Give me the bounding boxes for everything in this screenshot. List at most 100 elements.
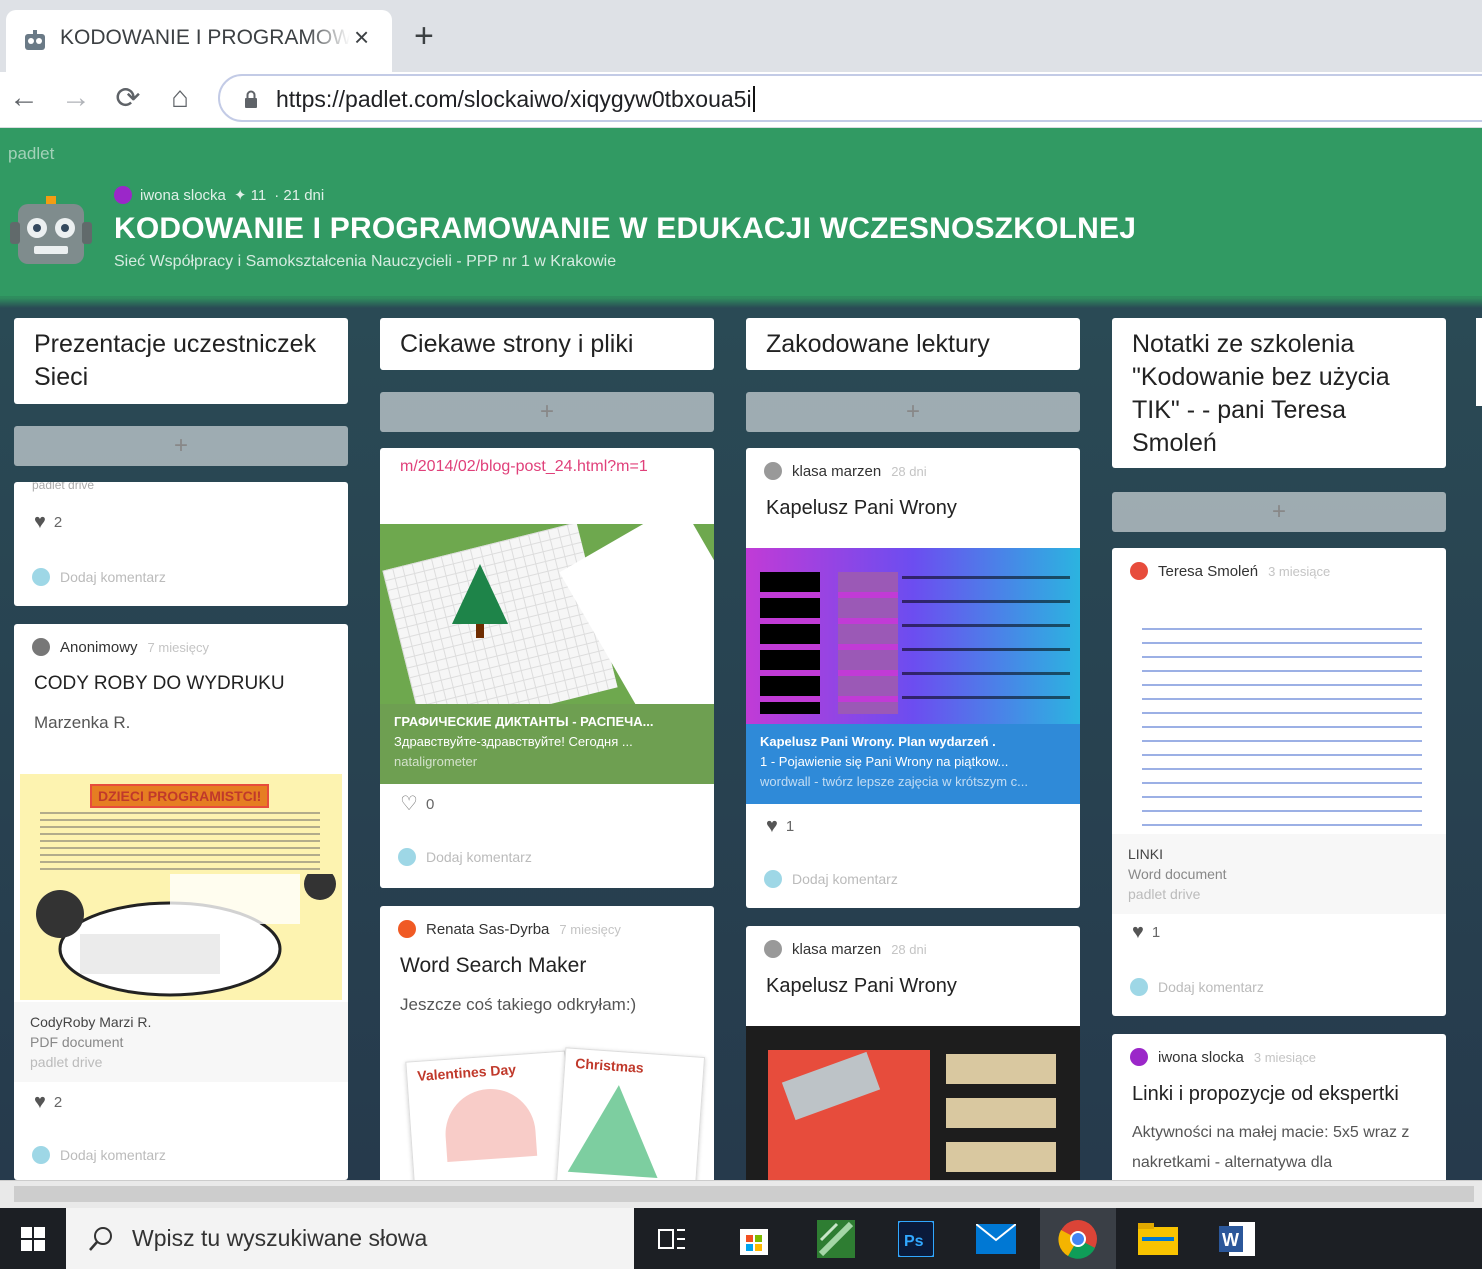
comment-avatar	[32, 1146, 50, 1164]
maps-icon[interactable]	[798, 1208, 874, 1269]
post-author: Anonimowy 7 miesięcy	[14, 624, 348, 656]
add-post-button[interactable]: +	[746, 392, 1080, 432]
like-button[interactable]: ♡ 0	[380, 794, 434, 814]
windows-start-icon[interactable]	[0, 1208, 66, 1269]
like-button[interactable]: ♥ 1	[1112, 922, 1160, 942]
post-card[interactable]: Anonimowy 7 miesięcy CODY ROBY DO WYDRUKU…	[14, 624, 348, 1180]
column-header: Prezentacje uczestniczek Sieci	[14, 318, 348, 404]
add-comment[interactable]: Dodaj komentarz	[380, 848, 532, 866]
address-bar[interactable]: https://padlet.com/slockaiwo/xiqygyw0tbx…	[218, 74, 1482, 122]
store-icon[interactable]	[716, 1208, 792, 1269]
post-card[interactable]: Teresa Smoleń 3 miesiące LINKI Word docum…	[1112, 548, 1446, 1016]
post-title: Linki i propozycje od ekspertki	[1132, 1083, 1399, 1105]
post-link[interactable]: m/2014/02/blog-post_24.html?m=1	[380, 448, 714, 524]
comment-avatar	[1130, 978, 1148, 996]
post-card[interactable]: m/2014/02/blog-post_24.html?m=1 ГРАФИЧЕС…	[380, 448, 714, 888]
comment-avatar	[398, 848, 416, 866]
add-post-button[interactable]: +	[380, 392, 714, 432]
column-header: Ciekawe strony i pliki	[380, 318, 714, 370]
post-card[interactable]: klasa marzen 28 dni Kapelusz Pani Wrony K…	[746, 448, 1080, 908]
photoshop-icon[interactable]: Ps	[878, 1208, 954, 1269]
wordwall-preview-image[interactable]	[746, 548, 1080, 724]
post-title: Kapelusz Pani Wrony	[766, 975, 957, 997]
column-header: Zakodowane lektury	[746, 318, 1080, 370]
post-title: CODY ROBY DO WYDRUKU	[34, 673, 285, 694]
post-image[interactable]	[746, 1026, 1080, 1186]
author-avatar	[114, 186, 132, 204]
post-card[interactable]: Renata Sas-Dyrba 7 miesięcy Word Search M…	[380, 906, 714, 1196]
add-post-button[interactable]: +	[14, 426, 348, 466]
post-card[interactable]: padlet drive ♥ 2 Dodaj komentarz	[14, 482, 348, 606]
post-card[interactable]: klasa marzen 28 dni Kapelusz Pani Wrony	[746, 926, 1080, 1186]
link-preview-meta[interactable]: ГРАФИЧЕСКИЕ ДИКТАНТЫ - РАСПЕЧА... Здравс…	[380, 704, 714, 784]
file-explorer-icon[interactable]	[1120, 1208, 1196, 1269]
heart-icon: ♥	[1132, 921, 1144, 943]
column-prezentacje: Prezentacje uczestniczek Sieci + padlet …	[14, 318, 348, 1180]
link-preview-image[interactable]	[380, 524, 714, 704]
like-button[interactable]: ♥ 2	[14, 512, 348, 532]
post-card[interactable]: iwona slocka 3 miesiące Linki i propozycj…	[1112, 1034, 1446, 1194]
image-banner: DZIECI PROGRAMISTCI!	[90, 784, 270, 808]
svg-text:Ps: Ps	[904, 1233, 924, 1250]
heart-outline-icon: ♡	[400, 793, 418, 815]
attachment-info[interactable]: LINKI Word document padlet drive	[1112, 834, 1446, 914]
add-comment[interactable]: Dodaj komentarz	[746, 870, 898, 888]
add-post-button[interactable]: +	[1112, 492, 1446, 532]
author-avatar	[1130, 562, 1148, 580]
heart-icon: ♥	[34, 1091, 46, 1113]
post-body: Marzenka R.	[34, 713, 131, 732]
horizontal-scrollbar[interactable]	[0, 1180, 1482, 1208]
author-avatar	[398, 920, 416, 938]
board-subtitle: Sieć Współpracy i Samokształcenia Nauczy…	[114, 253, 617, 270]
next-column-edge	[1476, 318, 1482, 406]
column-notatki: Notatki ze szkolenia "Kodowanie bez użyc…	[1112, 318, 1446, 1194]
author-avatar	[764, 940, 782, 958]
column-ciekawe-strony: Ciekawe strony i pliki + m/2014/02/blog-…	[380, 318, 714, 1196]
add-comment[interactable]: Dodaj komentarz	[14, 1146, 166, 1164]
column-zakodowane-lektury: Zakodowane lektury + klasa marzen 28 dni …	[746, 318, 1080, 1186]
search-icon	[89, 1227, 112, 1251]
post-author: Renata Sas-Dyrba 7 miesięcy	[380, 906, 714, 938]
heart-icon: ♥	[34, 511, 46, 533]
add-comment[interactable]: Dodaj komentarz	[14, 568, 348, 586]
forward-icon[interactable]: →	[56, 78, 96, 118]
windows-taskbar: Wpisz tu wyszukiwane słowa Ps W	[0, 1208, 1482, 1269]
back-icon[interactable]: ←	[4, 78, 44, 118]
mail-icon[interactable]	[958, 1208, 1034, 1269]
url-text[interactable]: https://padlet.com/slockaiwo/xiqygyw0tbx…	[276, 86, 755, 113]
link-preview-meta[interactable]: Kapelusz Pani Wrony. Plan wydarzeń . 1 -…	[746, 724, 1080, 804]
anonymous-avatar	[32, 638, 50, 656]
task-view-icon[interactable]	[634, 1208, 710, 1269]
like-button[interactable]: ♥ 2	[14, 1092, 62, 1112]
valentines-image: Valentines Day	[405, 1050, 575, 1196]
new-tab-button[interactable]: +	[414, 16, 434, 56]
post-author: klasa marzen 28 dni	[746, 926, 1080, 958]
scrollbar-thumb[interactable]	[14, 1186, 1474, 1202]
browser-tabstrip: KODOWANIE I PROGRAMOWANIE × +	[0, 0, 1482, 72]
board-header: padlet iwona slocka ✦ 11 · 21 dni KODOWA…	[0, 128, 1482, 296]
post-author: Teresa Smoleń 3 miesiące	[1112, 548, 1446, 580]
tab-close-icon[interactable]: ×	[354, 22, 369, 52]
post-title: Word Search Maker	[400, 954, 587, 977]
author-avatar	[1130, 1048, 1148, 1066]
reload-icon[interactable]: ⟳	[108, 78, 148, 118]
codyroby-image[interactable]: DZIECI PROGRAMISTCI!	[20, 774, 342, 1000]
post-body: Jeszcze coś takiego odkryłam:)	[400, 995, 637, 1014]
home-icon[interactable]: ⌂	[160, 78, 200, 118]
author-avatar	[764, 462, 782, 480]
padlet-logo[interactable]: padlet	[8, 144, 54, 164]
add-comment[interactable]: Dodaj komentarz	[1112, 978, 1264, 996]
column-header: Notatki ze szkolenia "Kodowanie bez użyc…	[1112, 318, 1446, 468]
comment-avatar	[32, 568, 50, 586]
robot-favicon-icon	[25, 30, 45, 50]
attachment-info[interactable]: CodyRoby Marzi R. PDF document padlet dr…	[14, 1002, 348, 1082]
board-author: iwona slocka ✦ 11 · 21 dni	[114, 186, 324, 204]
like-button[interactable]: ♥ 1	[746, 816, 794, 836]
document-thumbnail[interactable]	[1142, 628, 1422, 828]
post-title: Kapelusz Pani Wrony	[766, 497, 957, 519]
chrome-icon[interactable]	[1040, 1208, 1116, 1269]
word-icon[interactable]: W	[1200, 1208, 1276, 1269]
browser-toolbar: ← → ⟳ ⌂ https://padlet.com/slockaiwo/xiq…	[0, 72, 1482, 128]
browser-tab[interactable]: KODOWANIE I PROGRAMOWANIE ×	[6, 10, 392, 72]
taskbar-search[interactable]: Wpisz tu wyszukiwane słowa	[66, 1208, 634, 1269]
